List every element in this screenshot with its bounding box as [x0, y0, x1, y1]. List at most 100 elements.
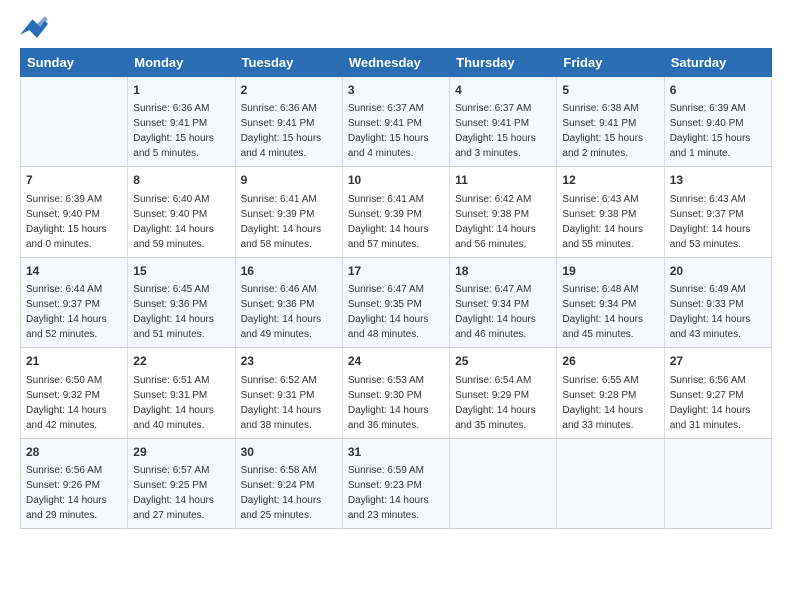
calendar-cell: 28 Sunrise: 6:56 AM Sunset: 9:26 PM Dayli…	[21, 438, 128, 528]
day-number: 31	[348, 444, 444, 461]
calendar-cell: 27 Sunrise: 6:56 AM Sunset: 9:27 PM Dayli…	[664, 348, 771, 438]
day-number: 15	[133, 263, 229, 280]
day-number: 18	[455, 263, 551, 280]
day-content: Sunrise: 6:37 AM Sunset: 9:41 PM Dayligh…	[455, 101, 551, 161]
calendar-cell: 3Sunrise: 6:37 AM Sunset: 9:41 PM Daylig…	[342, 77, 449, 167]
day-content: Sunrise: 6:43 AM Sunset: 9:38 PM Dayligh…	[562, 192, 658, 252]
calendar-cell: 11 Sunrise: 6:42 AM Sunset: 9:38 PM Dayli…	[450, 167, 557, 257]
day-number: 30	[241, 444, 337, 461]
week-row-4: 21Sunrise: 6:50 AM Sunset: 9:32 PM Dayli…	[21, 348, 772, 438]
calendar-cell: 20Sunrise: 6:49 AM Sunset: 9:33 PM Dayli…	[664, 257, 771, 347]
day-content: Sunrise: 6:40 AM Sunset: 9:40 PM Dayligh…	[133, 192, 229, 252]
logo	[20, 16, 52, 38]
calendar-cell: 12 Sunrise: 6:43 AM Sunset: 9:38 PM Dayli…	[557, 167, 664, 257]
day-number: 8	[133, 172, 229, 189]
day-number: 20	[670, 263, 766, 280]
calendar-cell: 1Sunrise: 6:36 AM Sunset: 9:41 PM Daylig…	[128, 77, 235, 167]
day-number: 1	[133, 82, 229, 99]
day-number: 2	[241, 82, 337, 99]
day-content: Sunrise: 6:44 AM Sunset: 9:37 PM Dayligh…	[26, 282, 122, 342]
calendar-table: SundayMondayTuesdayWednesdayThursdayFrid…	[20, 48, 772, 529]
calendar-cell: 2 Sunrise: 6:36 AM Sunset: 9:41 PM Daylig…	[235, 77, 342, 167]
day-number: 4	[455, 82, 551, 99]
calendar-cell: 30 Sunrise: 6:58 AM Sunset: 9:24 PM Dayli…	[235, 438, 342, 528]
calendar-cell: 14 Sunrise: 6:44 AM Sunset: 9:37 PM Dayli…	[21, 257, 128, 347]
day-content: Sunrise: 6:42 AM Sunset: 9:38 PM Dayligh…	[455, 192, 551, 252]
calendar-cell: 19 Sunrise: 6:48 AM Sunset: 9:34 PM Dayli…	[557, 257, 664, 347]
day-number: 7	[26, 172, 122, 189]
calendar-cell: 10Sunrise: 6:41 AM Sunset: 9:39 PM Dayli…	[342, 167, 449, 257]
day-content: Sunrise: 6:55 AM Sunset: 9:28 PM Dayligh…	[562, 373, 658, 433]
day-number: 28	[26, 444, 122, 461]
calendar-cell: 16Sunrise: 6:46 AM Sunset: 9:36 PM Dayli…	[235, 257, 342, 347]
day-number: 5	[562, 82, 658, 99]
day-number: 19	[562, 263, 658, 280]
day-number: 22	[133, 353, 229, 370]
day-number: 24	[348, 353, 444, 370]
day-number: 12	[562, 172, 658, 189]
day-number: 14	[26, 263, 122, 280]
day-number: 29	[133, 444, 229, 461]
day-number: 26	[562, 353, 658, 370]
column-header-sunday: Sunday	[21, 49, 128, 77]
calendar-cell: 5 Sunrise: 6:38 AM Sunset: 9:41 PM Daylig…	[557, 77, 664, 167]
day-content: Sunrise: 6:41 AM Sunset: 9:39 PM Dayligh…	[241, 192, 337, 252]
calendar-cell: 31 Sunrise: 6:59 AM Sunset: 9:23 PM Dayli…	[342, 438, 449, 528]
day-content: Sunrise: 6:39 AM Sunset: 9:40 PM Dayligh…	[26, 192, 122, 252]
calendar-cell: 15 Sunrise: 6:45 AM Sunset: 9:36 PM Dayli…	[128, 257, 235, 347]
day-content: Sunrise: 6:48 AM Sunset: 9:34 PM Dayligh…	[562, 282, 658, 342]
column-header-thursday: Thursday	[450, 49, 557, 77]
page-header	[20, 16, 772, 38]
calendar-cell	[21, 77, 128, 167]
day-content: Sunrise: 6:54 AM Sunset: 9:29 PM Dayligh…	[455, 373, 551, 433]
calendar-cell: 17Sunrise: 6:47 AM Sunset: 9:35 PM Dayli…	[342, 257, 449, 347]
column-header-friday: Friday	[557, 49, 664, 77]
calendar-cell: 4 Sunrise: 6:37 AM Sunset: 9:41 PM Daylig…	[450, 77, 557, 167]
day-content: Sunrise: 6:50 AM Sunset: 9:32 PM Dayligh…	[26, 373, 122, 433]
day-content: Sunrise: 6:47 AM Sunset: 9:35 PM Dayligh…	[348, 282, 444, 342]
calendar-cell: 22 Sunrise: 6:51 AM Sunset: 9:31 PM Dayli…	[128, 348, 235, 438]
day-number: 25	[455, 353, 551, 370]
day-number: 16	[241, 263, 337, 280]
column-header-saturday: Saturday	[664, 49, 771, 77]
calendar-cell: 26 Sunrise: 6:55 AM Sunset: 9:28 PM Dayli…	[557, 348, 664, 438]
day-content: Sunrise: 6:51 AM Sunset: 9:31 PM Dayligh…	[133, 373, 229, 433]
calendar-cell: 29 Sunrise: 6:57 AM Sunset: 9:25 PM Dayli…	[128, 438, 235, 528]
day-content: Sunrise: 6:38 AM Sunset: 9:41 PM Dayligh…	[562, 101, 658, 161]
day-number: 9	[241, 172, 337, 189]
calendar-cell: 13Sunrise: 6:43 AM Sunset: 9:37 PM Dayli…	[664, 167, 771, 257]
calendar-cell	[450, 438, 557, 528]
day-content: Sunrise: 6:52 AM Sunset: 9:31 PM Dayligh…	[241, 373, 337, 433]
calendar-cell: 25 Sunrise: 6:54 AM Sunset: 9:29 PM Dayli…	[450, 348, 557, 438]
week-row-3: 14 Sunrise: 6:44 AM Sunset: 9:37 PM Dayli…	[21, 257, 772, 347]
day-number: 27	[670, 353, 766, 370]
day-content: Sunrise: 6:39 AM Sunset: 9:40 PM Dayligh…	[670, 101, 766, 161]
calendar-cell: 8 Sunrise: 6:40 AM Sunset: 9:40 PM Daylig…	[128, 167, 235, 257]
day-content: Sunrise: 6:36 AM Sunset: 9:41 PM Dayligh…	[241, 101, 337, 161]
day-content: Sunrise: 6:45 AM Sunset: 9:36 PM Dayligh…	[133, 282, 229, 342]
column-header-tuesday: Tuesday	[235, 49, 342, 77]
calendar-cell: 6Sunrise: 6:39 AM Sunset: 9:40 PM Daylig…	[664, 77, 771, 167]
week-row-2: 7 Sunrise: 6:39 AM Sunset: 9:40 PM Daylig…	[21, 167, 772, 257]
column-header-monday: Monday	[128, 49, 235, 77]
day-number: 3	[348, 82, 444, 99]
column-header-wednesday: Wednesday	[342, 49, 449, 77]
day-content: Sunrise: 6:47 AM Sunset: 9:34 PM Dayligh…	[455, 282, 551, 342]
day-content: Sunrise: 6:58 AM Sunset: 9:24 PM Dayligh…	[241, 463, 337, 523]
calendar-cell: 24 Sunrise: 6:53 AM Sunset: 9:30 PM Dayli…	[342, 348, 449, 438]
day-number: 11	[455, 172, 551, 189]
day-number: 23	[241, 353, 337, 370]
header-row: SundayMondayTuesdayWednesdayThursdayFrid…	[21, 49, 772, 77]
day-content: Sunrise: 6:56 AM Sunset: 9:26 PM Dayligh…	[26, 463, 122, 523]
calendar-cell: 9 Sunrise: 6:41 AM Sunset: 9:39 PM Daylig…	[235, 167, 342, 257]
day-content: Sunrise: 6:57 AM Sunset: 9:25 PM Dayligh…	[133, 463, 229, 523]
calendar-cell: 7 Sunrise: 6:39 AM Sunset: 9:40 PM Daylig…	[21, 167, 128, 257]
calendar-cell: 23 Sunrise: 6:52 AM Sunset: 9:31 PM Dayli…	[235, 348, 342, 438]
calendar-cell	[557, 438, 664, 528]
day-content: Sunrise: 6:59 AM Sunset: 9:23 PM Dayligh…	[348, 463, 444, 523]
week-row-5: 28 Sunrise: 6:56 AM Sunset: 9:26 PM Dayli…	[21, 438, 772, 528]
day-content: Sunrise: 6:56 AM Sunset: 9:27 PM Dayligh…	[670, 373, 766, 433]
day-number: 10	[348, 172, 444, 189]
day-number: 13	[670, 172, 766, 189]
day-content: Sunrise: 6:53 AM Sunset: 9:30 PM Dayligh…	[348, 373, 444, 433]
